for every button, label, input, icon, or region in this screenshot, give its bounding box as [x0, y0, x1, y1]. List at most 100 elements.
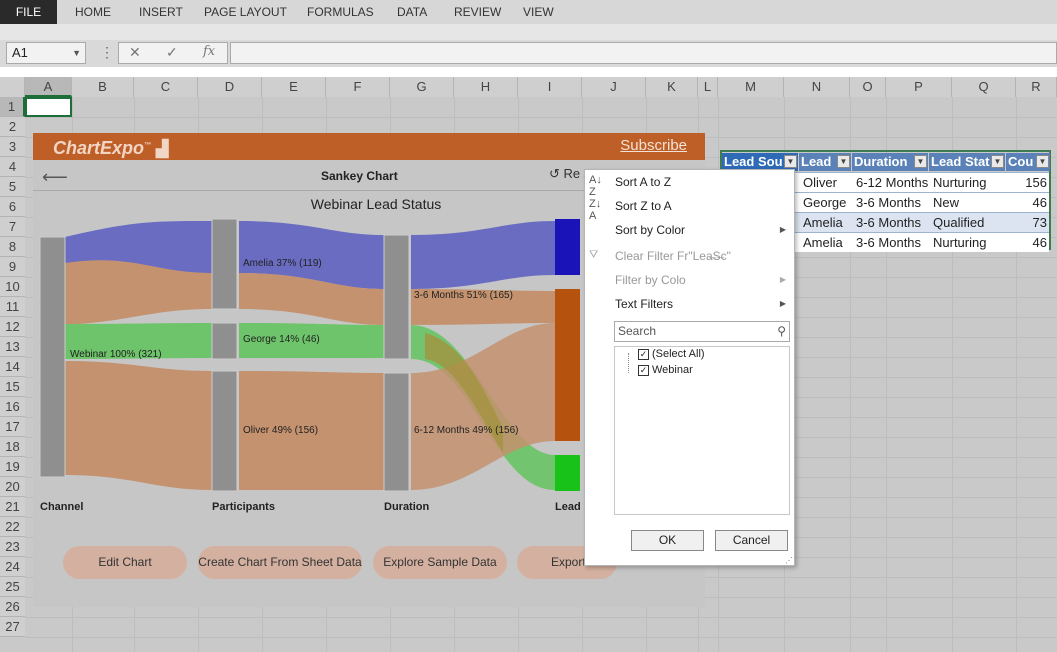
menu-text-filters[interactable]: Text Filters [615, 297, 673, 311]
column-header[interactable]: E [262, 77, 326, 97]
filter-dropdown-icon[interactable]: ▼ [837, 155, 850, 168]
explore-sample-data-button[interactable]: Explore Sample Data [373, 546, 507, 579]
column-header[interactable]: G [390, 77, 454, 97]
checkbox-select-all[interactable]: ✓ [638, 349, 649, 360]
table-cell[interactable]: 46 [1006, 193, 1050, 213]
row-header[interactable]: 21 [0, 497, 25, 517]
column-header[interactable]: Q [952, 77, 1016, 97]
filter-dropdown-icon[interactable]: ▼ [914, 155, 927, 168]
table-cell[interactable]: 3-6 Months [852, 213, 928, 233]
row-header[interactable]: 18 [0, 437, 25, 457]
table-cell[interactable]: Nurturing [929, 233, 1005, 253]
filter-dropdown-icon[interactable]: ▼ [991, 155, 1004, 168]
tab-page-layout[interactable]: PAGE LAYOUT [204, 0, 287, 24]
column-header[interactable]: H [454, 77, 518, 97]
tab-insert[interactable]: INSERT [139, 0, 183, 24]
table-cell[interactable]: 3-6 Months [852, 233, 928, 253]
row-header[interactable]: 7 [0, 217, 25, 237]
more-options-icon[interactable]: ⋮ [100, 44, 114, 61]
column-header[interactable]: M [718, 77, 784, 97]
row-header[interactable]: 27 [0, 617, 25, 637]
row-header[interactable]: 13 [0, 337, 25, 357]
row-header[interactable]: 22 [0, 517, 25, 537]
resize-grip-icon[interactable]: ⋰ [785, 556, 793, 565]
enter-icon[interactable]: ✓ [166, 44, 178, 61]
table-cell[interactable]: Oliver [799, 173, 851, 193]
menu-sort-a-z[interactable]: Sort A to Z [615, 175, 671, 189]
table-cell[interactable]: Amelia [799, 213, 851, 233]
column-header[interactable]: O [850, 77, 886, 97]
row-header[interactable]: 24 [0, 557, 25, 577]
row-header[interactable]: 19 [0, 457, 25, 477]
filter-dropdown-icon[interactable]: ▼ [784, 155, 797, 168]
tab-review[interactable]: REVIEW [454, 0, 501, 24]
filter-values-list[interactable]: ✓ (Select All) ✓ Webinar [614, 346, 790, 515]
row-header[interactable]: 12 [0, 317, 25, 337]
row-header[interactable]: 4 [0, 157, 25, 177]
name-box[interactable]: A1 ▼ [6, 42, 86, 64]
table-cell[interactable]: 73 [1006, 213, 1050, 233]
header-count[interactable]: Cou ▼ [1006, 153, 1050, 171]
checkbox-webinar[interactable]: ✓ [638, 365, 649, 376]
column-header[interactable]: K [646, 77, 698, 97]
chevron-down-icon[interactable]: ▼ [72, 43, 81, 63]
table-cell[interactable]: 3-6 Months [852, 193, 928, 213]
filter-search-input[interactable]: Search ⚲ [614, 321, 790, 342]
formula-input[interactable] [230, 42, 1057, 64]
row-header[interactable]: 5 [0, 177, 25, 197]
table-cell[interactable]: 46 [1006, 233, 1050, 253]
cancel-button[interactable]: Cancel [715, 530, 788, 551]
table-cell[interactable]: George [799, 193, 851, 213]
tab-data[interactable]: DATA [397, 0, 427, 24]
fx-icon[interactable]: fx [203, 44, 215, 59]
create-chart-button[interactable]: Create Chart From Sheet Data [198, 546, 362, 579]
column-header[interactable]: L [698, 77, 718, 97]
row-header[interactable]: 3 [0, 137, 25, 157]
filter-dropdown-icon[interactable]: ▼ [1036, 155, 1049, 168]
table-cell[interactable]: 6-12 Months [852, 173, 928, 193]
row-header[interactable]: 8 [0, 237, 25, 257]
column-header[interactable]: I [518, 77, 582, 97]
header-duration[interactable]: Duration ▼ [852, 153, 928, 171]
row-header[interactable]: 11 [0, 297, 25, 317]
tab-home[interactable]: HOME [75, 0, 111, 24]
cancel-icon[interactable]: ✕ [129, 44, 141, 61]
select-all-corner[interactable] [0, 77, 25, 97]
row-header[interactable]: 6 [0, 197, 25, 217]
row-header[interactable]: 17 [0, 417, 25, 437]
row-header[interactable]: 14 [0, 357, 25, 377]
row-header[interactable]: 16 [0, 397, 25, 417]
back-arrow-icon[interactable]: ⟵ [42, 167, 68, 188]
table-cell[interactable]: Nurturing [929, 173, 1005, 193]
row-header[interactable]: 2 [0, 117, 25, 137]
column-header[interactable]: D [198, 77, 262, 97]
column-header[interactable]: J [582, 77, 646, 97]
column-header[interactable]: R [1016, 77, 1057, 97]
table-cell[interactable]: Qualified [929, 213, 1005, 233]
row-header[interactable]: 10 [0, 277, 25, 297]
column-header[interactable]: N [784, 77, 850, 97]
edit-chart-button[interactable]: Edit Chart [63, 546, 187, 579]
menu-sort-z-a[interactable]: Sort Z to A [615, 199, 672, 213]
row-header[interactable]: 9 [0, 257, 25, 277]
header-lead[interactable]: Lead ▼ [799, 153, 851, 171]
tab-view[interactable]: VIEW [523, 0, 554, 24]
column-header[interactable]: C [134, 77, 198, 97]
column-header[interactable]: B [72, 77, 134, 97]
subscribe-link[interactable]: Subscribe [620, 137, 687, 154]
table-cell[interactable]: New [929, 193, 1005, 213]
row-header[interactable]: 1 [0, 97, 25, 117]
menu-sort-by-color[interactable]: Sort by Color [615, 223, 685, 237]
row-header[interactable]: 23 [0, 537, 25, 557]
ok-button[interactable]: OK [631, 530, 704, 551]
column-header[interactable]: P [886, 77, 952, 97]
row-header[interactable]: 26 [0, 597, 25, 617]
column-header[interactable]: F [326, 77, 390, 97]
header-lead-status[interactable]: Lead Stat ▼ [929, 153, 1005, 171]
column-header[interactable]: A [25, 77, 72, 97]
refresh-button[interactable]: ↺ Re [549, 166, 580, 182]
row-header[interactable]: 15 [0, 377, 25, 397]
table-cell[interactable]: 156 [1006, 173, 1050, 193]
tab-formulas[interactable]: FORMULAS [307, 0, 374, 24]
row-header[interactable]: 25 [0, 577, 25, 597]
